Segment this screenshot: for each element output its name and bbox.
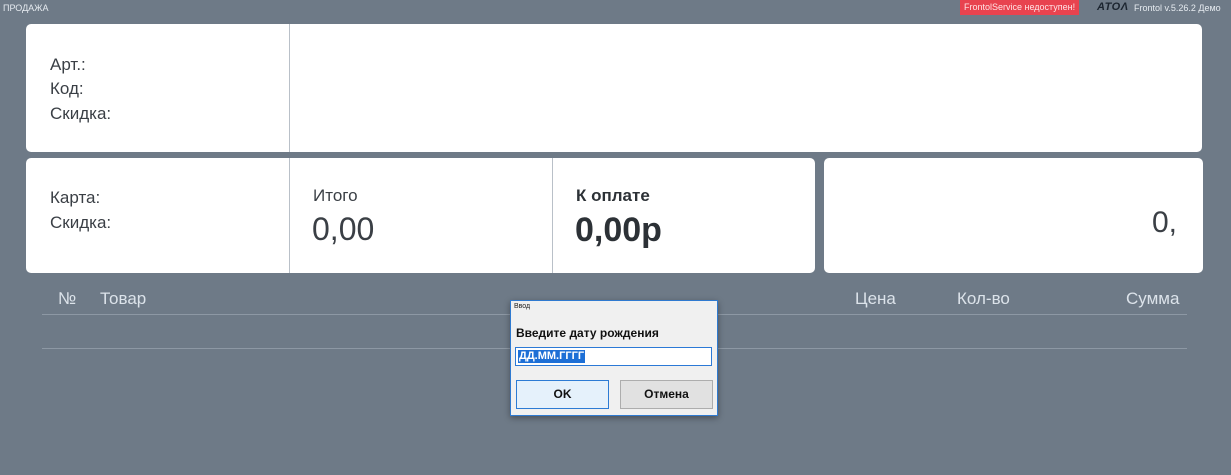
display-value: 0, (1151, 206, 1177, 239)
panel-divider (552, 158, 553, 273)
totals-panel: Карта: Скидка: Итого 0,00 К оплате 0,00р (26, 158, 815, 273)
to-pay-value: 0,00р (575, 211, 662, 249)
total-label: Итого (313, 186, 358, 205)
total-value: 0,00 (312, 211, 375, 247)
cancel-button[interactable]: Отмена (620, 380, 713, 409)
service-warning-badge: FrontolService недоступен! (960, 0, 1080, 15)
customer-display-panel: 0, (824, 158, 1203, 273)
code-label: Код: (50, 79, 84, 98)
mode-label: ПРОДАЖА (3, 3, 49, 13)
birthdate-input-value: ДД.ММ.ГГГГ (518, 350, 586, 363)
column-header-price: Цена (855, 289, 896, 308)
atol-logo: ATOΛ (1097, 1, 1129, 13)
birthdate-input[interactable]: ДД.ММ.ГГГГ (515, 347, 712, 366)
column-header-sum: Сумма (1126, 289, 1180, 308)
top-status-bar: ПРОДАЖА FrontolService недоступен! ATOΛ … (0, 0, 1231, 16)
column-header-item: Товар (100, 289, 147, 308)
ok-button[interactable]: OK (516, 380, 609, 409)
dialog-prompt: Введите дату рождения (516, 326, 659, 340)
column-header-quantity: Кол-во (957, 289, 1010, 308)
item-info-panel: Арт.: Код: Скидка: (26, 24, 1202, 152)
to-pay-label: К оплате (576, 186, 650, 205)
item-discount-label: Скидка: (50, 104, 112, 123)
birthdate-input-dialog: Ввод Введите дату рождения ДД.ММ.ГГГГ OK… (510, 300, 718, 416)
column-header-number: № (58, 289, 77, 308)
dialog-title: Ввод (514, 303, 531, 310)
card-label: Карта: (50, 188, 101, 207)
panel-divider (289, 24, 290, 152)
version-label: Frontol v.5.26.2 Демо (1134, 3, 1221, 13)
article-label: Арт.: (50, 55, 86, 74)
panel-divider (289, 158, 290, 273)
card-discount-label: Скидка: (50, 213, 112, 232)
